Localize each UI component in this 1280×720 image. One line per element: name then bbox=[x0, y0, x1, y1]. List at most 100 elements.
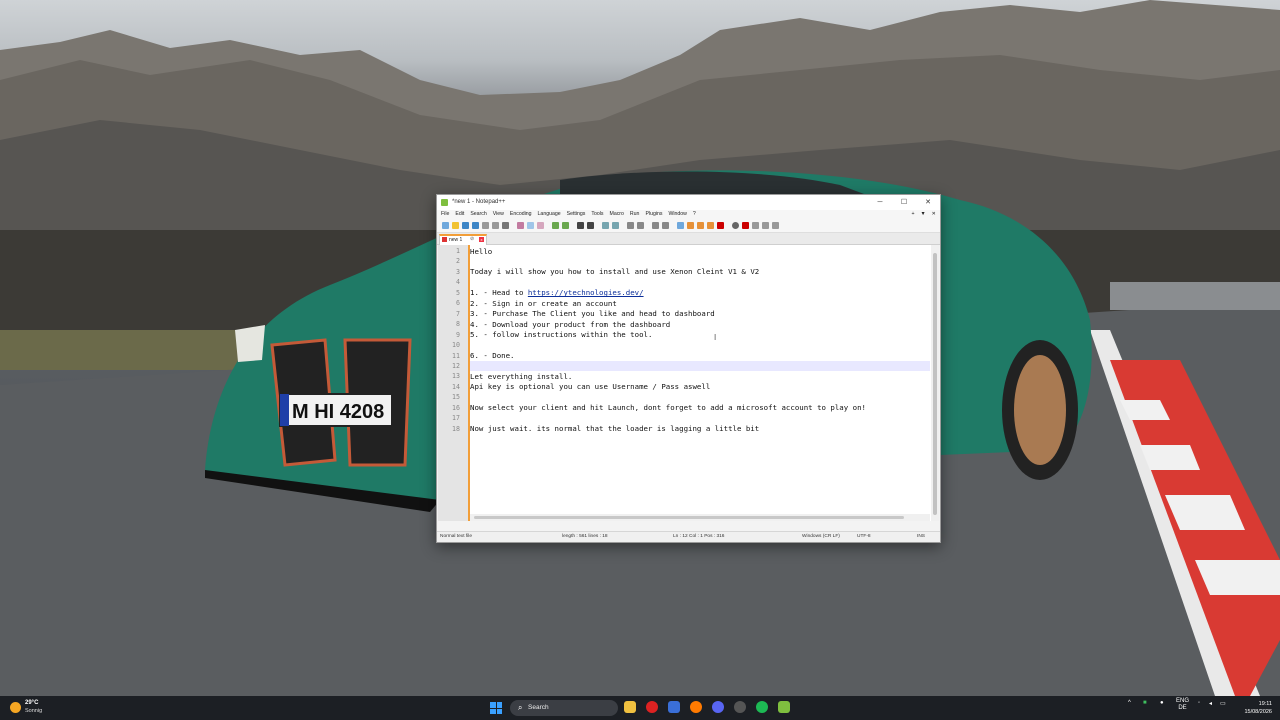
code-line-text: 3. - Purchase The Client you like and he… bbox=[470, 309, 715, 319]
code-line-text: Now select your client and hit Launch, d… bbox=[470, 403, 867, 413]
menu-window[interactable]: Window bbox=[668, 211, 686, 217]
vertical-scroll-thumb[interactable] bbox=[933, 253, 937, 515]
code-line[interactable]: 6. - Done. bbox=[470, 351, 515, 360]
pin-icon[interactable]: ⊘ bbox=[470, 236, 474, 242]
maximize-button[interactable]: ☐ bbox=[892, 195, 916, 210]
code-line[interactable]: 1. - Head to https://ytechnologies.dev/ bbox=[470, 288, 644, 297]
menu-settings[interactable]: Settings bbox=[567, 211, 586, 217]
obs-icon[interactable] bbox=[734, 701, 746, 713]
opera-icon[interactable] bbox=[646, 701, 658, 713]
zoom-out-icon[interactable] bbox=[612, 222, 619, 229]
sync-horizontal-icon[interactable] bbox=[637, 222, 644, 229]
open-file-icon[interactable] bbox=[452, 222, 459, 229]
code-line[interactable]: Today i will show you how to install and… bbox=[470, 267, 759, 276]
menu-help[interactable]: ? bbox=[693, 211, 696, 217]
menu-language[interactable]: Language bbox=[538, 211, 561, 217]
close-all-icon[interactable] bbox=[492, 222, 499, 229]
find-icon[interactable] bbox=[577, 222, 584, 229]
paste-icon[interactable] bbox=[537, 222, 544, 229]
notepadpp-taskbar-icon[interactable] bbox=[778, 701, 790, 713]
menu-encoding[interactable]: Encoding bbox=[510, 211, 532, 217]
code-line[interactable]: Hello bbox=[470, 247, 492, 256]
copy-icon[interactable] bbox=[527, 222, 534, 229]
code-line-text: 6. - Done. bbox=[470, 351, 515, 360]
chevron-down-icon[interactable]: ▼ bbox=[921, 211, 926, 217]
run-macro-multiple-icon[interactable] bbox=[762, 222, 769, 229]
security-icon[interactable]: ■ bbox=[1143, 700, 1147, 706]
tab-close-icon[interactable]: x bbox=[479, 237, 484, 242]
minimize-button[interactable]: ─ bbox=[868, 195, 892, 210]
file-explorer-icon[interactable] bbox=[624, 701, 636, 713]
folder-workspace-icon[interactable] bbox=[717, 222, 724, 229]
save-all-icon[interactable] bbox=[472, 222, 479, 229]
new-file-icon[interactable] bbox=[442, 222, 449, 229]
horizontal-scroll-thumb[interactable] bbox=[474, 516, 904, 519]
menu-search[interactable]: Search bbox=[470, 211, 486, 217]
play-macro-icon[interactable] bbox=[752, 222, 759, 229]
doc-map-icon[interactable] bbox=[697, 222, 704, 229]
status-file-type: Normal text file bbox=[440, 534, 472, 539]
battery-icon[interactable]: ▭ bbox=[1220, 700, 1226, 707]
weather-temperature[interactable]: 29°C bbox=[25, 700, 38, 706]
line-number: 11 bbox=[452, 351, 460, 360]
firefox-icon[interactable] bbox=[690, 701, 702, 713]
print-icon[interactable] bbox=[502, 222, 509, 229]
code-line[interactable]: Now just wait. its normal that the loade… bbox=[470, 424, 759, 433]
indent-guide-icon[interactable] bbox=[677, 222, 684, 229]
discord-icon[interactable] bbox=[712, 701, 724, 713]
vertical-scrollbar[interactable] bbox=[931, 245, 939, 521]
redo-icon[interactable] bbox=[562, 222, 569, 229]
wifi-icon[interactable]: ◦ bbox=[1198, 700, 1200, 706]
replace-icon[interactable] bbox=[587, 222, 594, 229]
taskbar-search[interactable]: ⌕ Search bbox=[510, 700, 618, 716]
undo-icon[interactable] bbox=[552, 222, 559, 229]
code-line[interactable]: 3. - Purchase The Client you like and he… bbox=[470, 309, 715, 318]
menu-tools[interactable]: Tools bbox=[591, 211, 603, 217]
intellij-icon[interactable] bbox=[668, 701, 680, 713]
function-list-icon[interactable] bbox=[707, 222, 714, 229]
title-bar[interactable]: *new 1 - Notepad++ ─ ☐ ✕ bbox=[437, 195, 940, 210]
word-wrap-icon[interactable] bbox=[652, 222, 659, 229]
code-line[interactable]: 2. - Sign in or create an account bbox=[470, 299, 617, 308]
stop-macro-icon[interactable] bbox=[742, 222, 749, 229]
text-editor[interactable]: 1 Hello 2 3 Today i will show you how to ins… bbox=[438, 245, 939, 521]
menu-run[interactable]: Run bbox=[630, 211, 640, 217]
close-button[interactable]: ✕ bbox=[916, 195, 940, 210]
show-all-chars-icon[interactable] bbox=[662, 222, 669, 229]
close-file-icon[interactable] bbox=[482, 222, 489, 229]
menu-edit[interactable]: Edit bbox=[455, 211, 464, 217]
code-line[interactable]: Now select your client and hit Launch, d… bbox=[470, 403, 866, 412]
menu-plugins[interactable]: Plugins bbox=[645, 211, 662, 217]
horizontal-scrollbar[interactable] bbox=[470, 514, 930, 521]
menu-file[interactable]: File bbox=[441, 211, 449, 217]
notepadpp-window: *new 1 - Notepad++ ─ ☐ ✕ File Edit Searc… bbox=[436, 194, 941, 543]
code-line[interactable]: 5. - follow instructions within the tool… bbox=[470, 330, 652, 339]
microphone-icon[interactable]: ● bbox=[1160, 700, 1164, 706]
tab-label: new 1 bbox=[449, 237, 463, 243]
chevron-up-icon[interactable]: ^ bbox=[1128, 700, 1131, 706]
language-icon[interactable] bbox=[687, 222, 694, 229]
cut-icon[interactable] bbox=[517, 222, 524, 229]
save-icon[interactable] bbox=[462, 222, 469, 229]
taskbar: 29°C Sonnig ⌕ Search ^ ■ ● ENG DE ◦ ◂ ▭ … bbox=[0, 696, 1280, 720]
add-tab-icon[interactable]: + bbox=[911, 211, 914, 217]
windows-start-icon[interactable] bbox=[490, 702, 502, 714]
zoom-in-icon[interactable] bbox=[602, 222, 609, 229]
record-macro-icon[interactable] bbox=[732, 222, 739, 229]
sync-vertical-icon[interactable] bbox=[627, 222, 634, 229]
spotify-icon[interactable] bbox=[756, 701, 768, 713]
weather-condition[interactable]: Sonnig bbox=[25, 708, 42, 714]
url-link[interactable]: https://ytechnologies.dev/ bbox=[528, 288, 644, 297]
clock[interactable]: 19:11 15/08/2026 bbox=[1244, 700, 1272, 716]
sun-icon[interactable] bbox=[10, 702, 21, 713]
menu-macro[interactable]: Macro bbox=[610, 211, 624, 217]
menu-view[interactable]: View bbox=[493, 211, 504, 217]
volume-icon[interactable]: ◂ bbox=[1209, 700, 1212, 707]
close-doc-icon[interactable]: ✕ bbox=[932, 211, 936, 217]
code-line[interactable]: Api key is optional you can use Username… bbox=[470, 382, 710, 391]
code-line[interactable]: Let everything install. bbox=[470, 372, 572, 381]
language-indicator[interactable]: ENG DE bbox=[1176, 698, 1189, 712]
save-macro-icon[interactable] bbox=[772, 222, 779, 229]
line-number: 5 bbox=[456, 288, 460, 297]
code-line[interactable]: 4. - Download your product from the dash… bbox=[470, 320, 670, 329]
